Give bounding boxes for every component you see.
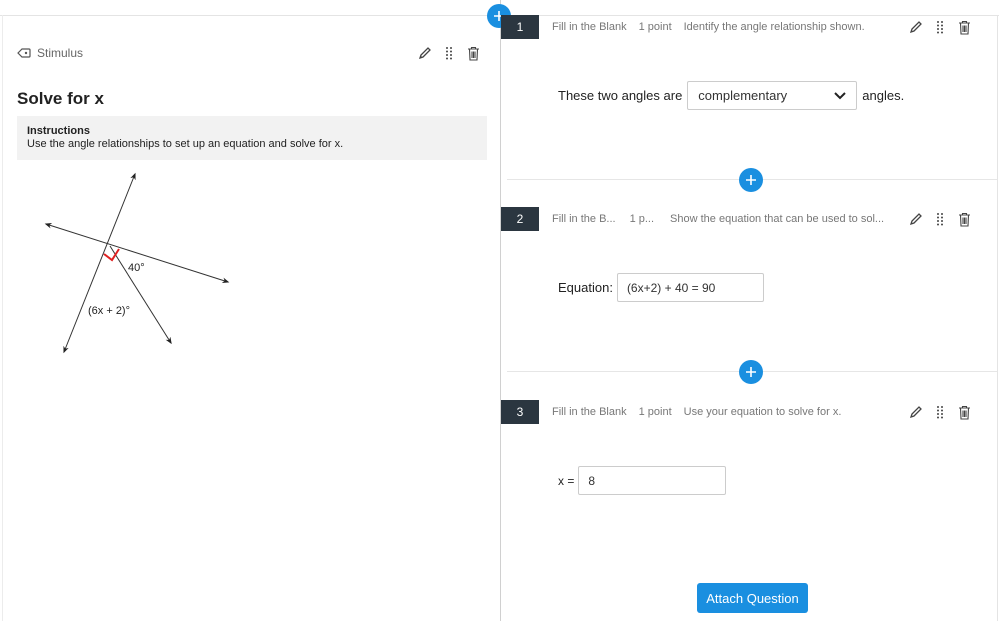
question-toolbar [909,19,971,35]
question-type: Fill in the Blank [552,21,627,33]
question-3-body: x = 8 [558,466,727,495]
pencil-icon[interactable] [909,211,923,227]
instructions-title: Instructions [27,125,90,137]
trash-icon[interactable] [466,45,480,61]
question-1-body: These two angles are complementary angle… [558,81,904,110]
answer-select[interactable]: complementary [687,81,858,110]
question-points: 1 point [638,21,672,33]
pencil-icon[interactable] [909,19,923,35]
stimulus-toolbar [418,45,480,61]
question-number: 2 [501,207,539,231]
instructions-text: Use the angle relationships to set up an… [27,138,344,150]
trash-icon[interactable] [957,19,971,35]
question-points: 1 point [638,406,672,418]
pencil-icon[interactable] [418,45,432,61]
attach-question-button[interactable]: Attach Question [697,583,808,613]
instructions-box: Instructions Use the angle relationships… [17,116,487,160]
drag-handle-icon[interactable] [933,211,947,227]
stimulus-title: Solve for x [17,89,104,108]
pencil-icon[interactable] [909,404,923,420]
trash-icon[interactable] [957,211,971,227]
stimulus-header-label: Stimulus [37,46,84,60]
angle-label-40: 40° [128,262,145,274]
question-description: Use your equation to solve for x. [683,406,842,418]
question-description: Identify the angle relationship shown. [683,21,865,33]
right-angle-mark [103,248,120,262]
fill-prefix: These two angles are [558,88,683,103]
question-type: Fill in the Blank [552,406,627,418]
answer-input[interactable]: (6x+2) + 40 = 90 [616,273,764,302]
question-points: 1 p... [629,213,655,225]
stimulus-header: Stimulus [17,46,83,60]
select-value: complementary [698,88,788,103]
question-1-header: 1 Fill in the Blank 1 point Identify the… [501,15,997,39]
question-2-header: 2 Fill in the B... 1 p... Show the equat… [501,207,997,231]
question-description: Show the equation that can be used to so… [670,213,885,225]
questions-pane: 1 Fill in the Blank 1 point Identify the… [501,0,997,621]
question-3-header: 3 Fill in the Blank 1 point Use your equ… [501,400,997,424]
drag-handle-icon[interactable] [933,19,947,35]
diagram-line-steep [63,172,136,354]
question-toolbar [909,211,971,227]
answer-input[interactable]: 8 [578,466,727,495]
fill-prefix: Equation: [558,280,613,295]
add-item-button[interactable] [739,168,763,192]
angle-diagram: 40° (6x + 2)° [40,168,240,358]
add-item-button[interactable] [739,360,763,384]
question-number: 1 [501,15,539,39]
drag-handle-icon[interactable] [933,404,947,420]
plus-icon [746,175,756,185]
fill-prefix: x = [558,473,575,488]
fill-suffix: angles. [862,88,905,103]
chevron-down-icon [834,88,847,103]
right-edge [997,15,998,621]
angle-label-6x2: (6x + 2)° [88,305,130,317]
drag-handle-icon[interactable] [442,45,456,61]
stimulus-pane: Stimulus Solve for x Instructions Use th… [0,0,500,621]
stimulus-icon [17,47,31,59]
question-toolbar [909,404,971,420]
question-2-body: Equation: (6x+2) + 40 = 90 [558,273,764,302]
plus-icon [746,367,756,377]
trash-icon[interactable] [957,404,971,420]
question-number: 3 [501,400,539,424]
question-type: Fill in the B... [552,213,616,225]
